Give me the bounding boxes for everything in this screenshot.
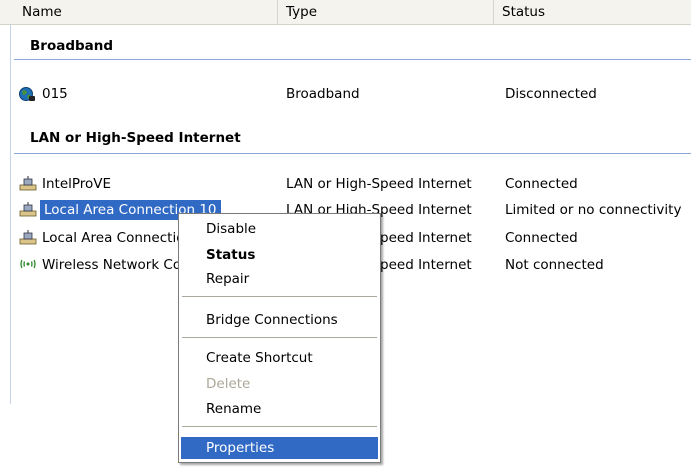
group-title-broadband: Broadband (30, 38, 114, 54)
menu-item-properties[interactable]: Properties (181, 437, 378, 459)
connection-name: Local Area Connection (42, 230, 194, 246)
connection-status: Disconnected (505, 86, 597, 102)
connection-status: Connected (505, 176, 578, 192)
menu-item-rename[interactable]: Rename (181, 398, 378, 420)
wireless-network-icon (20, 259, 36, 269)
group-divider-lan (14, 153, 691, 154)
menu-separator (182, 337, 377, 338)
menu-separator (182, 426, 377, 427)
connection-status: Connected (505, 230, 578, 246)
lan-connection-icon (19, 202, 37, 217)
menu-item-create-shortcut[interactable]: Create Shortcut (181, 347, 378, 369)
broadband-globe-icon (19, 87, 35, 101)
connection-status: Limited or no connectivity (505, 202, 682, 218)
menu-item-repair[interactable]: Repair (181, 268, 378, 290)
connection-name: 015 (42, 86, 68, 102)
menu-item-delete: Delete (206, 376, 251, 392)
column-header-type[interactable]: Type (278, 0, 494, 24)
group-divider-broadband (14, 59, 691, 60)
column-header-name[interactable]: Name (14, 0, 278, 24)
column-header-status[interactable]: Status (494, 0, 691, 24)
context-menu: Disable Status Repair Bridge Connections… (178, 213, 381, 463)
connection-type: LAN or High-Speed Internet (286, 176, 472, 192)
menu-item-bridge-connections[interactable]: Bridge Connections (181, 309, 378, 331)
menu-separator (182, 296, 377, 297)
connection-type: Broadband (286, 86, 360, 102)
connection-row-intelprove[interactable]: IntelProVE LAN or High-Speed Internet Co… (0, 173, 691, 195)
connection-status: Not connected (505, 257, 604, 273)
lan-connection-icon (19, 230, 37, 245)
lan-connection-icon (19, 176, 37, 191)
group-title-lan: LAN or High-Speed Internet (30, 130, 241, 146)
connection-row-015[interactable]: 015 Broadband Disconnected (0, 83, 691, 105)
menu-item-disable[interactable]: Disable (181, 218, 378, 240)
connection-name: IntelProVE (42, 176, 112, 192)
menu-item-status[interactable]: Status (181, 244, 378, 266)
column-header-bar: Name Type Status (0, 0, 691, 25)
